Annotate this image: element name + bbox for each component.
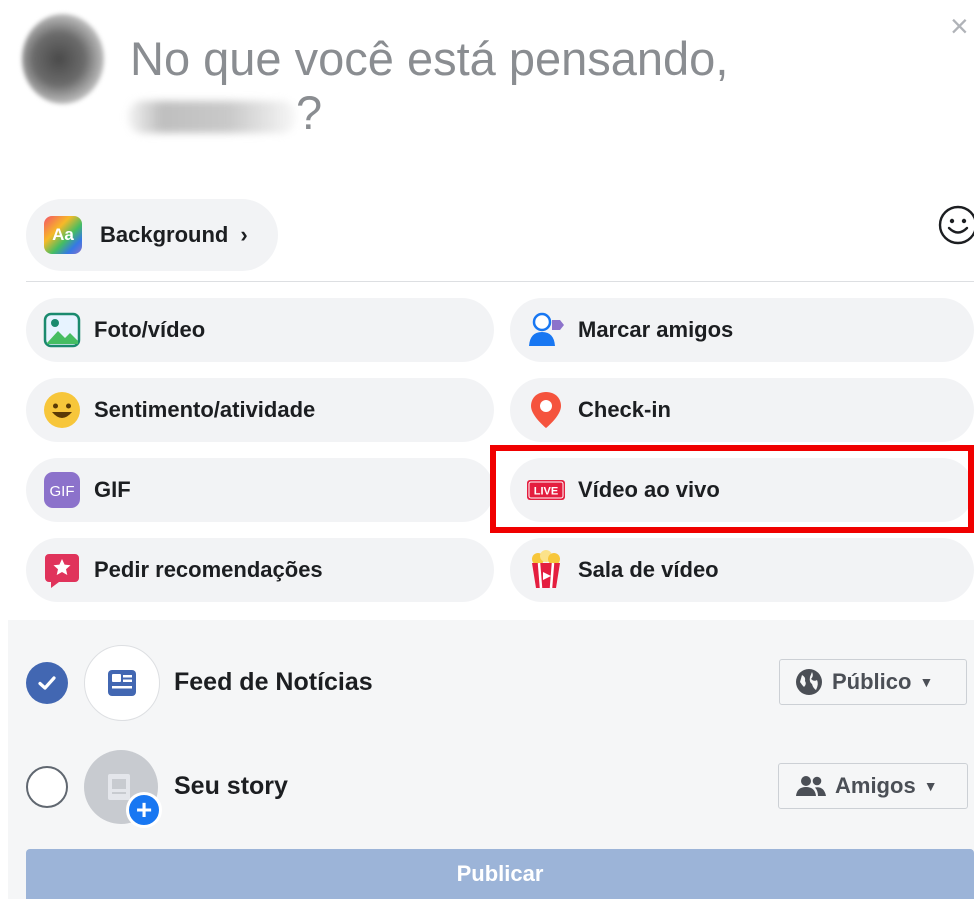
post-composer: No que você está pensando, ? × Aa Backgr… (0, 0, 974, 620)
checkmark-icon (38, 676, 56, 690)
globe-icon (796, 669, 822, 695)
news-feed-audience-dropdown[interactable]: Público ▼ (779, 659, 967, 705)
svg-text:GIF: GIF (50, 483, 75, 500)
live-video-highlight-box (490, 445, 974, 533)
watch-party-label: Sala de vídeo (578, 557, 719, 582)
location-pin-icon (526, 390, 566, 430)
background-aa-icon: Aa (44, 216, 82, 254)
blurred-user-name (128, 100, 296, 133)
news-feed-icon (84, 645, 160, 721)
tag-friends-icon (526, 310, 566, 350)
post-text-input[interactable]: No que você está pensando, ? (128, 32, 729, 140)
news-feed-label: Feed de Notícias (174, 668, 373, 696)
placeholder-question-mark: ? (296, 86, 323, 139)
user-avatar (22, 14, 104, 104)
recommendation-star-icon (42, 550, 82, 590)
checkin-label: Check-in (578, 397, 671, 422)
add-story-plus-icon[interactable]: + (126, 792, 162, 828)
photo-icon (42, 310, 82, 350)
watch-party-button[interactable]: Sala de vídeo (510, 538, 974, 602)
ask-recommendations-button[interactable]: Pedir recomendações (26, 538, 494, 602)
background-label: Background (100, 222, 229, 247)
story-audience-dropdown[interactable]: Amigos ▼ (778, 763, 968, 809)
close-icon[interactable]: × (950, 10, 969, 42)
divider (26, 281, 974, 282)
placeholder-line1: No que você está pensando, (130, 32, 729, 85)
news-feed-audience-label: Público (832, 669, 912, 694)
background-button[interactable]: Aa Background › (26, 199, 278, 271)
tag-friends-button[interactable]: Marcar amigos (510, 298, 974, 362)
story-label: Seu story (174, 772, 288, 800)
chevron-right-icon: › (240, 222, 248, 247)
placeholder-line2: ? (128, 86, 728, 140)
friends-icon (796, 776, 826, 796)
popcorn-icon (526, 550, 566, 590)
caret-down-icon: ▼ (923, 778, 938, 794)
gif-button[interactable]: GIF GIF (26, 458, 494, 522)
gif-icon: GIF (42, 470, 82, 510)
smiley-face-icon (42, 390, 82, 430)
story-audience-label: Amigos (835, 773, 916, 798)
feeling-activity-label: Sentimento/atividade (94, 397, 316, 422)
gif-label: GIF (94, 477, 131, 502)
checkin-button[interactable]: Check-in (510, 378, 974, 442)
caret-down-icon: ▼ (919, 674, 934, 690)
tag-friends-label: Marcar amigos (578, 317, 734, 342)
emoji-icon[interactable] (937, 204, 974, 246)
publish-button[interactable]: Publicar (26, 849, 974, 899)
photo-video-button[interactable]: Foto/vídeo (26, 298, 494, 362)
story-checkbox[interactable] (26, 766, 68, 808)
ask-recommendations-label: Pedir recomendações (94, 557, 323, 582)
news-feed-checkbox[interactable] (26, 662, 68, 704)
feeling-activity-button[interactable]: Sentimento/atividade (26, 378, 494, 442)
photo-video-label: Foto/vídeo (94, 317, 206, 342)
